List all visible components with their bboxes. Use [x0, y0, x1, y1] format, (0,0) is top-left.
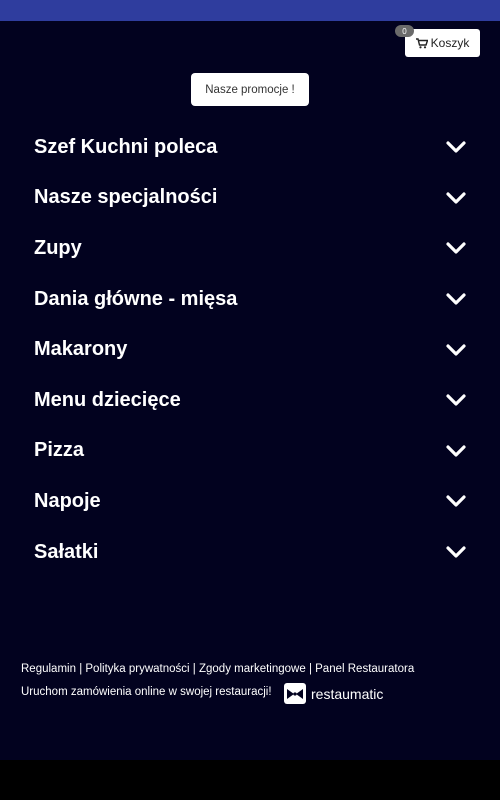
category-pizza[interactable]: Pizza: [0, 426, 500, 477]
cart-icon: [415, 37, 428, 48]
cart-label: Koszyk: [430, 36, 470, 50]
category-dania-glowne-miesa[interactable]: Dania główne - mięsa: [0, 274, 500, 325]
category-zupy[interactable]: Zupy: [0, 223, 500, 274]
chevron-down-icon: [446, 495, 466, 508]
category-makarony[interactable]: Makarony: [0, 324, 500, 375]
footer-separator: |: [192, 663, 196, 675]
chevron-down-icon: [446, 344, 466, 356]
category-label: Dania główne - mięsa: [34, 287, 238, 310]
category-label: Pizza: [34, 439, 85, 462]
category-label: Menu dziecięce: [34, 388, 181, 411]
chevron-down-icon: [446, 394, 466, 406]
category-szef-kuchni-poleca[interactable]: Szef Kuchni poleca: [0, 122, 500, 173]
cart-button[interactable]: Koszyk: [405, 29, 480, 57]
top-bar: [0, 0, 500, 21]
footer-link-zgody-marketingowe[interactable]: Zgody marketingowe: [199, 663, 306, 675]
chevron-down-icon: [446, 242, 466, 255]
chevron-down-icon: [446, 546, 466, 558]
footer-link-polityka-prywatnosci[interactable]: Polityka prywatności: [85, 663, 189, 675]
footer-links: Regulamin | Polityka prywatności | Zgody…: [21, 663, 414, 675]
bottom-bar: [0, 760, 500, 800]
category-nasze-specjalnosci[interactable]: Nasze specjalności: [0, 173, 500, 224]
restaumatic-logo-icon: [284, 683, 306, 704]
cart-count-badge: 0: [395, 25, 414, 37]
chevron-down-icon: [446, 293, 466, 305]
chevron-down-icon: [446, 445, 466, 457]
category-menu-dzieciece[interactable]: Menu dziecięce: [0, 375, 500, 426]
footer-link-panel-restauratora[interactable]: Panel Restauratora: [315, 663, 414, 675]
chevron-down-icon: [446, 192, 466, 204]
category-label: Szef Kuchni poleca: [34, 135, 218, 158]
category-label: Zupy: [34, 236, 82, 259]
category-list: Szef Kuchni poleca Nasze specjalności Zu…: [0, 122, 500, 577]
category-label: Napoje: [34, 489, 101, 512]
category-label: Sałatki: [34, 540, 99, 563]
footer-promo-text: Uruchom zamówienia online w swojej resta…: [21, 686, 272, 698]
restaumatic-brand-link[interactable]: restaumatic: [284, 683, 383, 704]
footer-separator: |: [79, 663, 83, 675]
footer-separator: |: [308, 663, 312, 675]
category-salatki[interactable]: Sałatki: [0, 527, 500, 578]
promotions-button[interactable]: Nasze promocje !: [191, 73, 309, 106]
chevron-down-icon: [446, 141, 466, 153]
brand-name: restaumatic: [311, 685, 384, 702]
category-label: Makarony: [34, 338, 128, 361]
category-label: Nasze specjalności: [34, 186, 218, 209]
footer-link-regulamin[interactable]: Regulamin: [21, 663, 76, 675]
category-napoje[interactable]: Napoje: [0, 476, 500, 527]
